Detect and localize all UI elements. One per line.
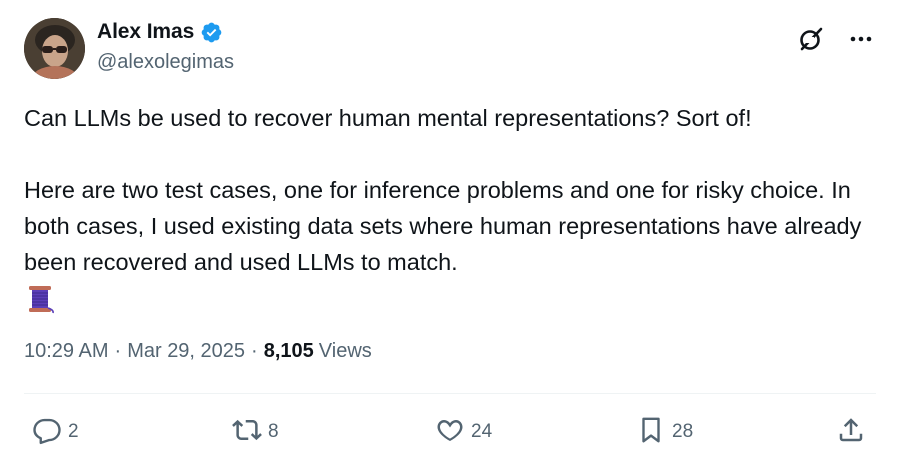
tweet-meta: 10:29 AM · Mar 29, 2025 · 8,105 Views (24, 340, 372, 363)
thread-spool-emoji (26, 284, 56, 314)
verified-badge-icon[interactable] (200, 21, 223, 44)
timestamp-date[interactable]: Mar 29, 2025 (127, 340, 245, 363)
divider (24, 393, 876, 394)
bookmark-count: 28 (672, 421, 694, 442)
reply-icon (32, 415, 62, 450)
bookmark-button[interactable]: 28 (636, 410, 693, 454)
more-icon[interactable] (846, 24, 876, 54)
repost-icon (232, 415, 262, 450)
meta-separator: · (251, 340, 258, 362)
views-label: Views (318, 340, 372, 362)
bookmark-icon (636, 415, 666, 450)
share-button[interactable] (836, 410, 866, 454)
reply-count: 2 (68, 421, 79, 442)
handle[interactable]: @alexolegimas (97, 51, 234, 74)
share-icon (836, 415, 866, 450)
like-count: 24 (471, 421, 493, 442)
name-row: Alex Imas (97, 20, 223, 44)
views-count: 8,105 (263, 340, 314, 362)
display-name[interactable]: Alex Imas (97, 20, 194, 44)
repost-button[interactable]: 8 (232, 410, 279, 454)
tweet-header: Alex Imas @alexolegimas (24, 18, 876, 80)
avatar[interactable] (24, 18, 85, 79)
action-bar: 2 8 24 28 (0, 410, 898, 454)
tweet-text: Can LLMs be used to recover human mental… (24, 105, 862, 275)
reply-button[interactable]: 2 (32, 410, 79, 454)
timestamp-time[interactable]: 10:29 AM (24, 340, 109, 363)
like-button[interactable]: 24 (435, 410, 492, 454)
repost-count: 8 (268, 421, 279, 442)
like-icon (435, 415, 465, 450)
grok-icon[interactable] (796, 24, 826, 54)
meta-separator: · (114, 340, 122, 362)
